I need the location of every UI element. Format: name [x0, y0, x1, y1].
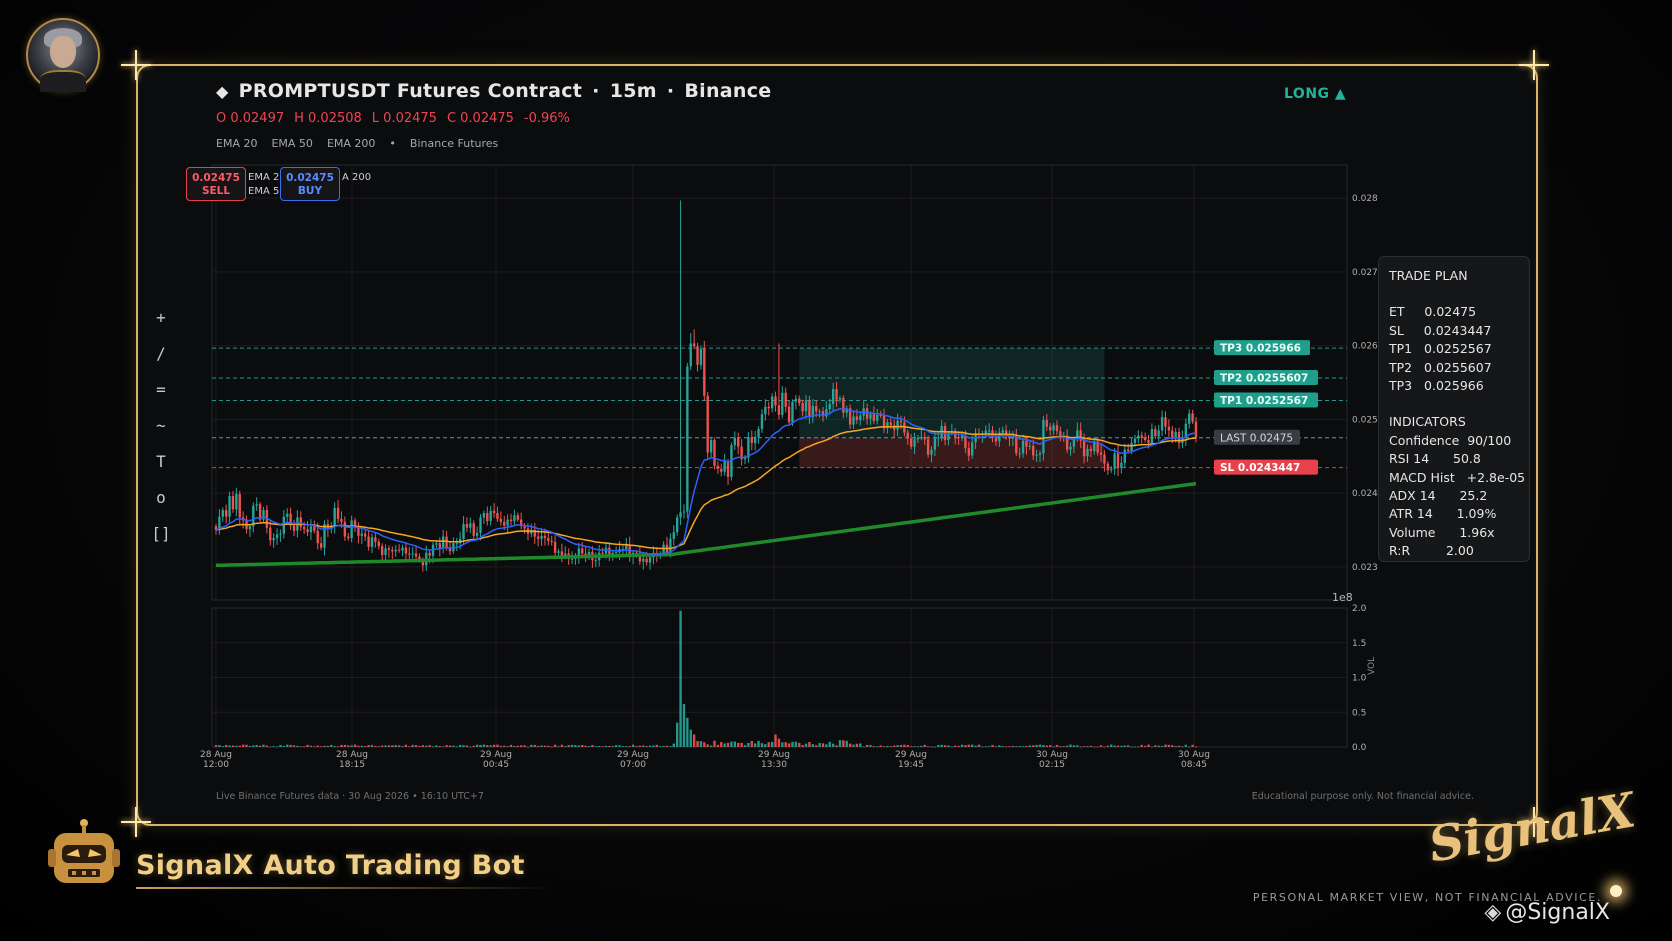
disclaimer-note: Educational purpose only. Not financial … [1251, 791, 1474, 802]
timeframe[interactable]: 15m [610, 80, 657, 102]
buy-price: 0.02475 [286, 172, 334, 184]
ohlc-open: O 0.02497 [216, 111, 285, 126]
ind-adx: ADX 14 25.2 [1389, 488, 1488, 504]
horizontal-lines-tool-icon[interactable]: = [150, 372, 172, 408]
handle-text: @SignalX [1505, 900, 1610, 925]
direction-badge: LONG ▲ [1284, 86, 1347, 102]
sell-label: SELL [201, 185, 231, 197]
legend-ema200[interactable]: EMA 200 [327, 137, 375, 150]
title-separator: · [666, 80, 675, 102]
sparkle-icon [121, 50, 151, 80]
plan-stop-loss: SL 0.0243447 [1389, 322, 1492, 338]
ohlc-close: C 0.02475 [446, 111, 514, 126]
chart-frame [136, 64, 1538, 826]
indicator-legend: EMA 20 EMA 50 EMA 200 • Binance Futures [216, 137, 512, 150]
indicators-title: INDICATORS [1389, 414, 1466, 430]
exchange: Binance [684, 80, 772, 102]
ohlc-readout: O 0.02497 H 0.02508 L 0.02475 C 0.02475 -0.9… [216, 111, 580, 126]
plan-tp1: TP1 0.0252567 [1389, 341, 1492, 357]
chart-title: ◆ PROMPTUSDT Futures Contract · 15m · Binance [216, 80, 772, 102]
data-source-note: Live Binance Futures data · 30 Aug 2026 … [216, 791, 484, 802]
ind-volume: Volume 1.96x [1389, 524, 1495, 540]
plan-tp2: TP2 0.0255607 [1389, 359, 1492, 375]
circle-tool-icon[interactable]: o [150, 480, 172, 516]
text-tool-icon[interactable]: T [150, 444, 172, 480]
diamond-icon: ◆ [216, 82, 229, 101]
crosshair-tool-icon[interactable]: + [150, 300, 172, 336]
buy-button[interactable]: 0.02475 BUY [280, 167, 340, 201]
legend-ema50[interactable]: EMA 50 [271, 137, 312, 150]
binance-icon: ◈ [1484, 900, 1502, 925]
robot-logo-icon [48, 819, 120, 883]
sparkle-icon [1519, 50, 1549, 80]
bot-name: SignalX Auto Trading Bot [136, 850, 525, 881]
sparkle-icon [121, 807, 151, 837]
ohlc-change: -0.96% [523, 111, 570, 126]
ind-rsi: RSI 14 50.8 [1389, 451, 1481, 467]
drawing-toolbar: + / = ~ T o [] [150, 300, 172, 552]
glow-sparkle [1610, 885, 1622, 897]
title-separator: · [592, 80, 600, 102]
sell-price: 0.02475 [192, 172, 240, 184]
avatar-face [50, 36, 76, 68]
ind-atr: ATR 14 1.09% [1389, 506, 1497, 522]
ind-rr: R:R 2.00 [1389, 543, 1474, 559]
legend-source: Binance Futures [409, 137, 499, 150]
buy-label: BUY [297, 185, 323, 197]
avatar [26, 18, 100, 92]
trade-plan-panel: TRADE PLAN ET 0.02475 SL 0.0243447 TP1 0… [1378, 256, 1530, 562]
legend-ema20[interactable]: EMA 20 [216, 137, 257, 150]
plan-tp3: TP3 0.025966 [1389, 378, 1484, 394]
brand-underline [136, 887, 556, 889]
ohlc-high: H 0.02508 [294, 111, 362, 126]
social-handle[interactable]: ◈ @SignalX [1484, 900, 1610, 925]
ind-confidence: Confidence 90/100 [1389, 432, 1512, 448]
legend-bullet: • [389, 137, 396, 150]
rectangle-tool-icon[interactable]: [] [150, 516, 172, 552]
trendline-tool-icon[interactable]: / [150, 336, 172, 372]
wave-tool-icon[interactable]: ~ [150, 408, 172, 444]
trade-plan-title: TRADE PLAN [1389, 268, 1468, 283]
symbol-name: PROMPTUSDT Futures Contract [238, 80, 583, 102]
ind-macd: MACD Hist +2.8e-05 [1389, 469, 1526, 485]
sell-button[interactable]: 0.02475 SELL [186, 167, 246, 201]
ohlc-low: L 0.02475 [371, 111, 437, 126]
plan-entry: ET 0.02475 [1389, 304, 1477, 320]
avatar-suit [40, 70, 86, 92]
